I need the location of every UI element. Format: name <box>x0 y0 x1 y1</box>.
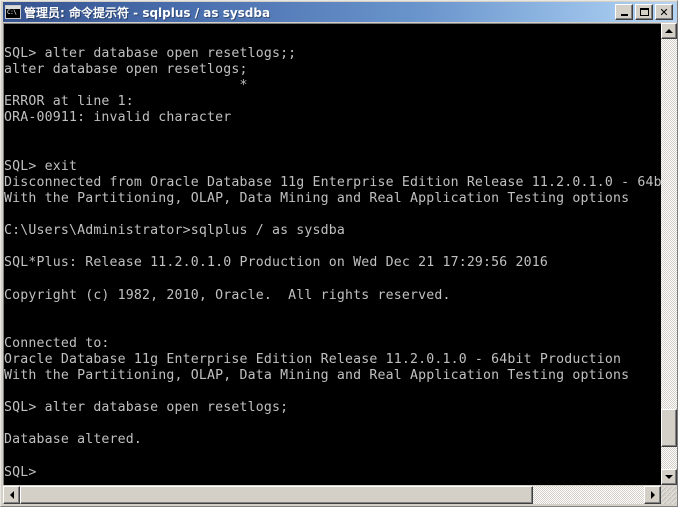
horizontal-scrollbar-track[interactable] <box>20 486 644 504</box>
console-line: SQL> <box>4 464 45 480</box>
console-line: Copyright (c) 1982, 2010, Oracle. All ri… <box>4 287 451 303</box>
console-line: SQL> exit <box>4 158 78 174</box>
scroll-left-button[interactable] <box>3 486 20 504</box>
console-line: ERROR at line 1: <box>4 94 134 110</box>
maximize-button[interactable] <box>635 4 653 20</box>
chevron-left-icon <box>9 491 14 499</box>
console-line: Database altered. <box>4 432 143 448</box>
vertical-scrollbar-track[interactable] <box>661 39 677 469</box>
chevron-right-icon <box>650 491 655 499</box>
console-line: C:\Users\Administrator>sqlplus / as sysd… <box>4 223 346 239</box>
console-line: SQL> alter database open resetlogs;; <box>4 46 297 62</box>
chevron-down-icon <box>665 475 673 479</box>
resize-grip[interactable] <box>661 486 677 504</box>
console-line: With the Partitioning, OLAP, Data Mining… <box>4 367 630 383</box>
console-line: With the Partitioning, OLAP, Data Mining… <box>4 190 630 206</box>
scroll-up-button[interactable] <box>661 23 677 39</box>
command-prompt-window: C:\ 管理员: 命令提示符 - sqlplus / as sysdba ✕ S… <box>0 0 678 507</box>
console-output-area[interactable]: SQL> alter database open resetlogs;; alte… <box>3 23 661 485</box>
console-line: SQL> alter database open resetlogs; <box>4 400 289 416</box>
scroll-right-button[interactable] <box>644 486 661 504</box>
horizontal-scrollbar-thumb[interactable] <box>20 486 533 504</box>
console-line: Oracle Database 11g Enterprise Edition R… <box>4 351 622 367</box>
close-icon: ✕ <box>659 5 669 19</box>
minimize-button[interactable] <box>615 4 633 20</box>
close-button[interactable]: ✕ <box>655 4 673 20</box>
maximize-icon <box>636 5 652 19</box>
cmd-console-icon: C:\ <box>5 5 21 19</box>
vertical-scrollbar[interactable] <box>661 23 677 485</box>
console-text: SQL> alter database open resetlogs;; alte… <box>4 30 661 481</box>
minimize-icon <box>616 5 632 19</box>
title-bar[interactable]: C:\ 管理员: 命令提示符 - sqlplus / as sysdba ✕ <box>3 2 677 22</box>
chevron-up-icon <box>665 29 673 33</box>
window-title: 管理员: 命令提示符 - sqlplus / as sysdba <box>24 5 271 20</box>
console-line: ORA-00911: invalid character <box>4 110 232 126</box>
console-line: alter database open resetlogs; <box>4 62 248 78</box>
vertical-scrollbar-thumb[interactable] <box>661 409 677 447</box>
cmd-icon-label: C:\ <box>7 9 17 16</box>
console-line: Disconnected from Oracle Database 11g En… <box>4 174 661 190</box>
window-controls: ✕ <box>615 4 673 20</box>
console-line: SQL*Plus: Release 11.2.0.1.0 Production … <box>4 255 549 271</box>
console-line: Connected to: <box>4 335 110 351</box>
horizontal-scrollbar[interactable] <box>3 486 661 504</box>
console-line: * <box>4 78 248 94</box>
scroll-down-button[interactable] <box>661 469 677 485</box>
